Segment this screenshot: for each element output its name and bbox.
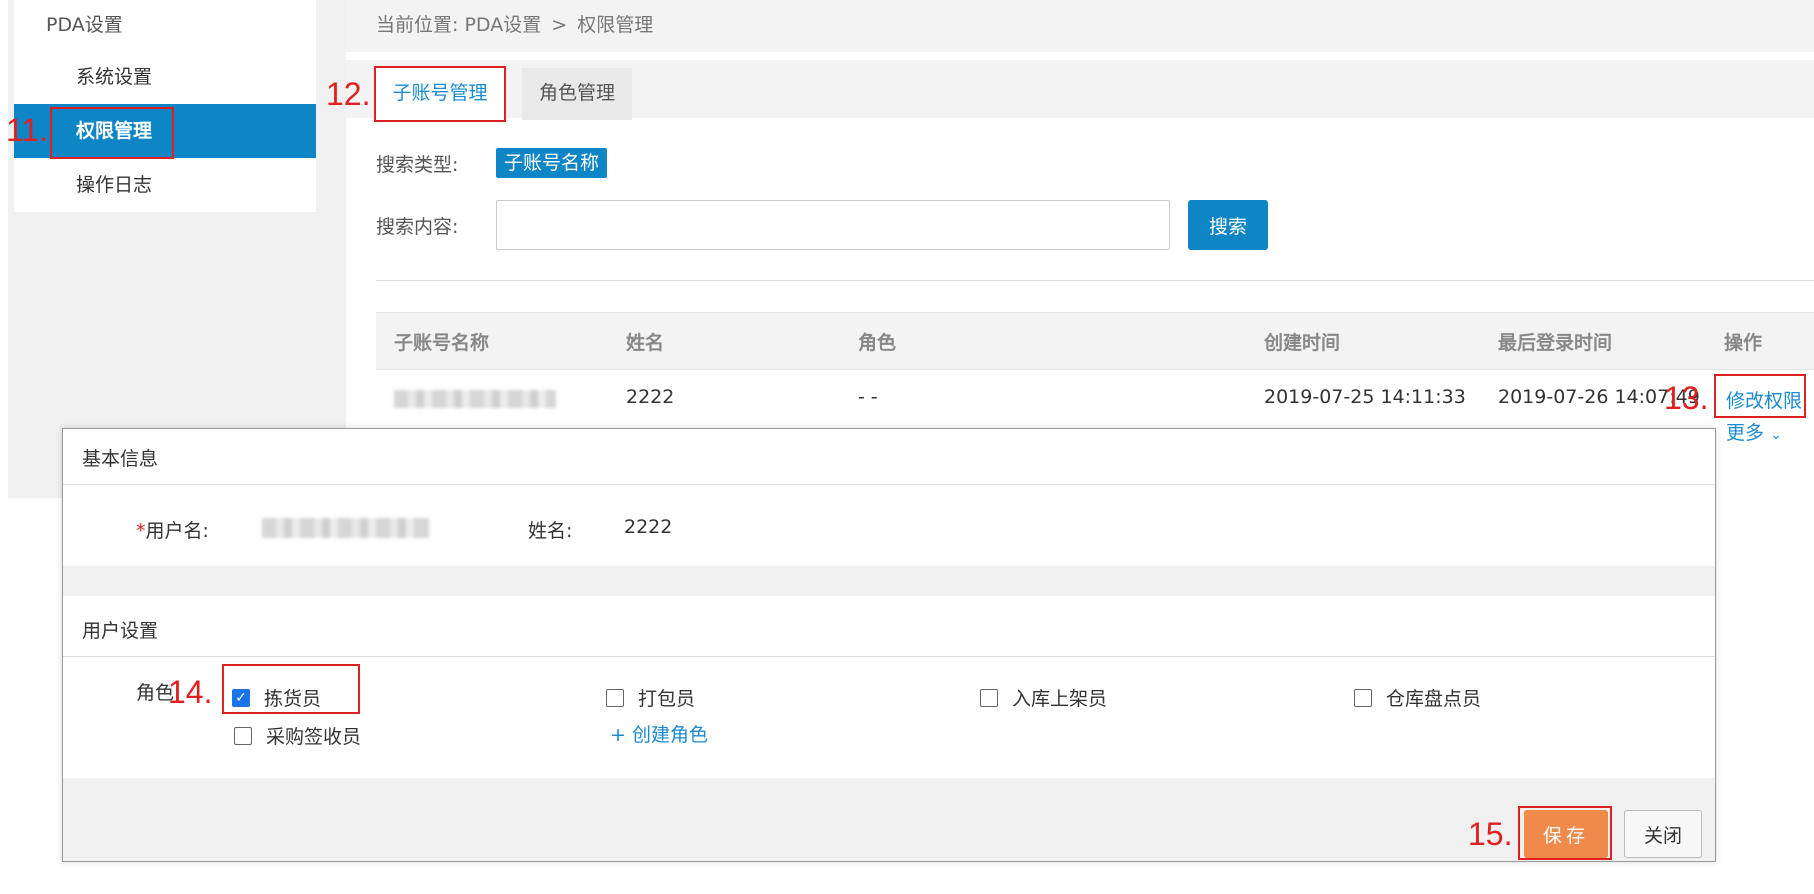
row-name: 2222 — [626, 386, 675, 408]
search-type-tag[interactable]: 子账号名称 — [496, 148, 608, 178]
save-button[interactable]: 保存 — [1524, 810, 1608, 858]
sidebar-group-title: PDA设置 — [46, 14, 123, 36]
breadcrumb: 当前位置: PDA设置 > 权限管理 — [376, 10, 653, 37]
annotation-number: 13. — [1664, 380, 1709, 416]
row-role: - - — [858, 386, 878, 408]
role-option-shelving[interactable]: 入库上架员 — [980, 684, 1107, 711]
sidebar: PDA设置 系统设置 权限管理 操作日志 — [14, 0, 316, 212]
search-button[interactable]: 搜索 — [1188, 200, 1268, 250]
column-header-actions: 操作 — [1724, 332, 1763, 354]
role-label: 入库上架员 — [1012, 688, 1108, 710]
user-settings-title: 用户设置 — [82, 620, 159, 642]
breadcrumb-item[interactable]: PDA设置 — [464, 14, 541, 36]
blurred-username — [262, 518, 430, 538]
role-option-picker[interactable]: ✓ 拣货员 — [232, 684, 321, 711]
close-button[interactable]: 关闭 — [1624, 810, 1702, 858]
divider — [63, 484, 1715, 485]
search-input[interactable] — [496, 200, 1170, 250]
role-label: 打包员 — [638, 688, 696, 710]
name-label: 姓名: — [528, 520, 573, 542]
name-value: 2222 — [624, 516, 673, 538]
search-type-label: 搜索类型: — [376, 154, 459, 176]
column-header-role: 角色 — [858, 332, 897, 354]
column-header-last-login-time: 最后登录时间 — [1498, 332, 1613, 354]
required-mark: * — [136, 520, 146, 542]
username-label: *用户名: — [136, 516, 209, 543]
checkbox-checked-icon[interactable]: ✓ — [232, 688, 250, 707]
role-option-inventory[interactable]: 仓库盘点员 — [1354, 684, 1481, 711]
breadcrumb-separator: > — [551, 14, 568, 36]
divider — [63, 656, 1715, 657]
sidebar-item-system-settings[interactable]: 系统设置 — [14, 50, 316, 104]
divider — [376, 280, 1814, 281]
role-option-purchase-receiver[interactable]: 采购签收员 — [234, 722, 361, 749]
role-label: 采购签收员 — [266, 726, 362, 748]
checkbox-icon[interactable] — [606, 688, 624, 707]
checkbox-icon[interactable] — [1354, 688, 1372, 707]
more-label: 更多 — [1726, 422, 1765, 444]
column-header-account-name: 子账号名称 — [394, 332, 490, 354]
tab-sub-account-management[interactable]: 子账号管理 — [374, 68, 506, 120]
username-label-text: 用户名: — [145, 520, 209, 542]
sidebar-item-operation-log[interactable]: 操作日志 — [14, 158, 316, 212]
chevron-down-icon: ⌄ — [1770, 427, 1782, 443]
breadcrumb-prefix: 当前位置: — [376, 14, 459, 36]
checkbox-icon[interactable] — [980, 688, 998, 707]
checkbox-icon[interactable] — [234, 726, 252, 745]
annotation-number: 15. — [1468, 816, 1513, 852]
basic-info-title: 基本信息 — [82, 448, 159, 470]
breadcrumb-item[interactable]: 权限管理 — [577, 14, 653, 36]
section-separator — [63, 566, 1715, 596]
annotation-number: 12. — [326, 76, 371, 112]
more-actions-link[interactable]: 更多 ⌄ — [1726, 418, 1782, 445]
role-option-packer[interactable]: 打包员 — [606, 684, 695, 711]
role-label: 拣货员 — [264, 688, 322, 710]
sidebar-item-permission-management[interactable]: 权限管理 — [14, 104, 316, 158]
role-label: 仓库盘点员 — [1386, 688, 1482, 710]
tab-role-management[interactable]: 角色管理 — [522, 68, 632, 120]
column-header-name: 姓名 — [626, 332, 665, 354]
search-content-label: 搜索内容: — [376, 216, 459, 238]
row-created-time: 2019-07-25 14:11:33 — [1264, 386, 1466, 408]
annotation-number: 11. — [6, 112, 49, 148]
column-header-created-time: 创建时间 — [1264, 332, 1341, 354]
blurred-account-name — [394, 390, 556, 408]
edit-permission-link[interactable]: 修改权限 — [1726, 386, 1802, 413]
annotation-number: 14. — [168, 674, 213, 710]
create-role-link[interactable]: + 创建角色 — [610, 720, 708, 747]
